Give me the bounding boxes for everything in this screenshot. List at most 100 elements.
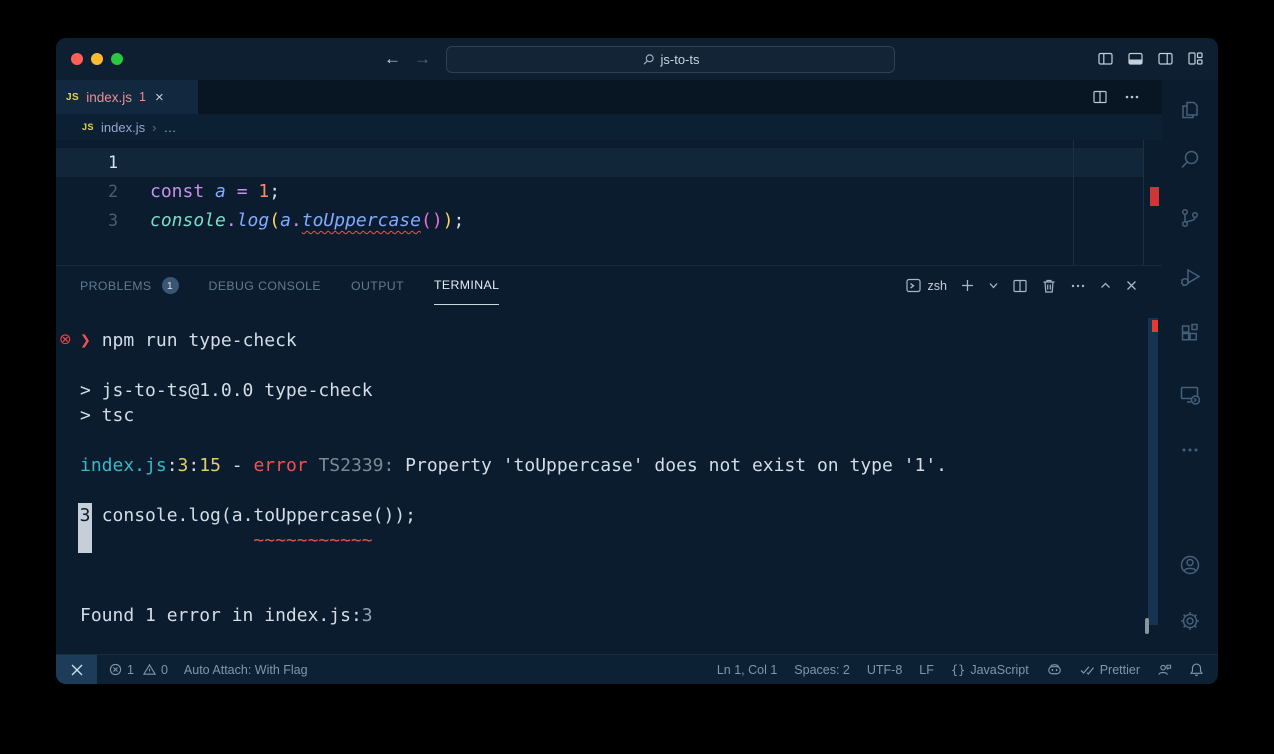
source-control-icon[interactable] [1178, 206, 1202, 230]
terminal-line [80, 578, 947, 603]
formatter-status[interactable]: Prettier [1080, 663, 1140, 677]
command-failed-icon: ⊗ [59, 330, 72, 348]
minimize-window-button[interactable] [91, 53, 103, 65]
account-icon[interactable] [1178, 553, 1202, 577]
scrollbar-command-decoration [1145, 618, 1149, 634]
terminal-lines: ❯ npm run type-check > js-to-ts@1.0.0 typ… [80, 328, 947, 628]
terminal-icon [905, 277, 922, 294]
window-controls [71, 53, 123, 65]
remote-explorer-icon[interactable] [1178, 383, 1202, 407]
split-editor-icon[interactable] [1092, 89, 1108, 105]
terminal-scrollbar[interactable] [1148, 318, 1158, 625]
encoding-status[interactable]: UTF-8 [867, 663, 902, 677]
feedback-icon [1157, 662, 1172, 677]
panel-actions: zsh [905, 277, 1162, 294]
terminal-line: ~~~~~~~~~~~ [80, 528, 947, 553]
split-terminal-icon[interactable] [1012, 278, 1028, 294]
cursor-position[interactable]: Ln 1, Col 1 [717, 663, 777, 677]
code-content: const a = 1; [150, 181, 280, 202]
line-number: 3 [56, 206, 118, 235]
zoom-window-button[interactable] [111, 53, 123, 65]
panel-header: PROBLEMS 1 DEBUG CONSOLE OUTPUT TERMINAL… [56, 265, 1162, 305]
settings-gear-icon[interactable] [1178, 609, 1202, 633]
shell-name: zsh [928, 279, 947, 293]
breadcrumb-symbol[interactable]: … [163, 120, 176, 135]
copilot-status[interactable] [1046, 661, 1063, 678]
code-content: console.log(a.toUppercase()); [150, 210, 464, 231]
code-editor[interactable]: 12 const a = 1; 3 console.log(a.toUppercase… [56, 140, 1162, 265]
line-number: 2 [56, 177, 118, 206]
feedback-control[interactable] [1157, 662, 1172, 677]
terminal-line: console.log(a.toUppercase()); [80, 503, 947, 528]
explorer-icon[interactable] [1178, 98, 1202, 122]
titlebar: ← → js-to-ts [56, 38, 1218, 80]
warning-count: 0 [161, 663, 168, 677]
problems-status[interactable]: 1 0 [109, 663, 168, 677]
statusbar: 1 0 Auto Attach: With Flag Ln 1, Col 1 S… [56, 654, 1218, 684]
tab-problems-label: PROBLEMS [80, 279, 152, 293]
terminal-line: index.js:3:15 - error TS2339: Property '… [80, 453, 947, 478]
terminal-instance[interactable]: zsh [905, 277, 947, 294]
terminal-pane[interactable]: ⊗ 3 ❯ npm run type-check> js-to-ts@1.0.0… [56, 305, 1162, 654]
terminal-dropdown-icon[interactable] [988, 280, 999, 291]
search-icon[interactable] [1178, 148, 1202, 172]
tab-label: index.js [86, 90, 132, 105]
more-actions-icon[interactable] [1124, 89, 1140, 105]
more-panel-actions-icon[interactable] [1070, 278, 1086, 294]
tab-close-icon[interactable]: × [155, 89, 164, 106]
terminal-line: > tsc [80, 403, 947, 428]
tab-index-js[interactable]: JS index.js 1 × [56, 80, 198, 114]
notifications-control[interactable] [1189, 662, 1204, 677]
statusbar-right: Ln 1, Col 1 Spaces: 2 UTF-8 LF {} JavaSc… [717, 661, 1218, 678]
terminal-line: ❯ npm run type-check [80, 328, 947, 353]
js-file-icon: JS [82, 122, 94, 132]
remote-icon [69, 662, 85, 678]
terminal-line [80, 428, 947, 453]
language-mode[interactable]: {} JavaScript [951, 663, 1029, 677]
auto-attach-status[interactable]: Auto Attach: With Flag [184, 663, 308, 677]
maximize-panel-icon[interactable] [1099, 279, 1112, 292]
toggle-secondary-sidebar-icon[interactable] [1157, 50, 1174, 67]
search-value: js-to-ts [661, 52, 700, 67]
editor-actions [1092, 80, 1140, 114]
terminal-line: Found 1 error in index.js:3 [80, 603, 947, 628]
kill-terminal-icon[interactable] [1041, 278, 1057, 294]
more-views-icon[interactable] [1178, 438, 1202, 462]
warning-triangle-icon [143, 663, 156, 676]
breadcrumb[interactable]: JS index.js › … [56, 114, 1162, 140]
js-file-icon: JS [66, 92, 79, 103]
tab-problems[interactable]: PROBLEMS 1 [80, 266, 179, 305]
tab-debug-console[interactable]: DEBUG CONSOLE [209, 266, 321, 305]
search-icon [642, 53, 655, 66]
breadcrumb-file[interactable]: index.js [101, 120, 145, 135]
customize-layout-icon[interactable] [1187, 50, 1204, 67]
tab-terminal[interactable]: TERMINAL [434, 266, 499, 305]
panel-tabs: PROBLEMS 1 DEBUG CONSOLE OUTPUT TERMINAL [56, 266, 499, 305]
navigate-back-button[interactable]: ← [384, 47, 401, 71]
toggle-panel-icon[interactable] [1127, 50, 1144, 67]
command-center-search[interactable]: js-to-ts [446, 46, 895, 73]
close-panel-icon[interactable] [1125, 279, 1138, 292]
remote-indicator[interactable] [56, 655, 97, 684]
extensions-icon[interactable] [1178, 321, 1202, 345]
indentation-status[interactable]: Spaces: 2 [794, 663, 850, 677]
terminal-line: > js-to-ts@1.0.0 type-check [80, 378, 947, 403]
tab-output[interactable]: OUTPUT [351, 266, 404, 305]
code-line: 2 const a = 1; [56, 177, 1162, 206]
navigate-forward-button[interactable]: → [414, 47, 431, 71]
scrollbar-error-decoration [1152, 320, 1158, 332]
run-and-debug-icon[interactable] [1178, 265, 1202, 289]
layout-controls [1097, 50, 1204, 67]
editor-tabbar: JS index.js 1 × [56, 80, 1162, 114]
close-window-button[interactable] [71, 53, 83, 65]
error-count: 1 [127, 663, 134, 677]
line-number: 1 [56, 148, 118, 177]
error-circle-icon [109, 663, 122, 676]
tab-problem-badge: 1 [139, 90, 146, 104]
code-line: 1 [56, 148, 1162, 177]
problems-count-badge: 1 [162, 277, 179, 294]
toggle-primary-sidebar-icon[interactable] [1097, 50, 1114, 67]
new-terminal-icon[interactable] [960, 278, 975, 293]
terminal-line [80, 553, 947, 578]
eol-status[interactable]: LF [919, 663, 934, 677]
